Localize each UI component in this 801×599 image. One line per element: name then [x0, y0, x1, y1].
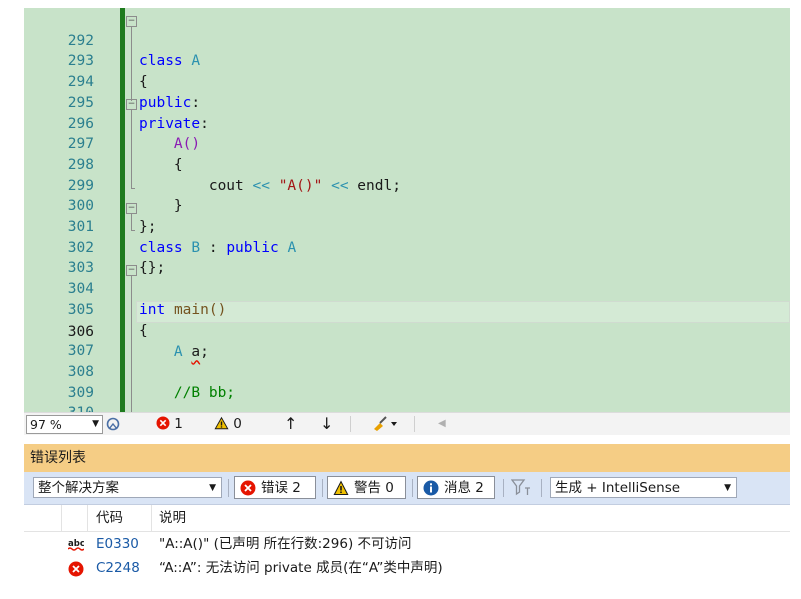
outline-guide	[131, 27, 132, 101]
outline-guide-end	[131, 230, 135, 231]
error-count: 1	[174, 416, 183, 432]
messages-filter-button[interactable]: 消息 2	[417, 476, 495, 499]
scope-value: 整个解决方案	[38, 480, 119, 496]
code-line: 309	[24, 362, 790, 401]
code-line: 307	[24, 321, 790, 359]
separator	[503, 479, 504, 497]
error-row[interactable]: C2248 “A::A”: 无法访问 private 成员(在“A”类中声明)	[24, 557, 790, 580]
separator	[414, 416, 415, 432]
editor-status-bar: 97 % ▼ 1 0 ↑ ↓ ◀	[24, 412, 790, 435]
error-list-toolbar: 整个解决方案 ▼ 错误 2 警告 0 消息 2 生成 + IntelliSens…	[24, 472, 790, 505]
collapse-icon[interactable]: −	[126, 16, 137, 27]
outline-guide	[131, 110, 132, 189]
error-code[interactable]: E0330	[96, 533, 139, 556]
zoom-dropdown[interactable]: 97 % ▼	[26, 415, 103, 434]
code-health-icon[interactable]	[104, 413, 122, 435]
column-header-code[interactable]: 代码	[96, 505, 123, 531]
separator	[350, 416, 351, 432]
code-line: 292 class A	[24, 10, 790, 70]
code-line: 300 };	[24, 176, 790, 235]
column-header-description[interactable]: 说明	[159, 505, 186, 531]
filter-icon[interactable]	[510, 479, 531, 501]
error-description: “A::A”: 无法访问 private 成员(在“A”类中声明)	[159, 560, 443, 576]
code-line: 297 {	[24, 114, 790, 173]
error-description: "A::A()" (已声明 所在行数:296) 不可访问	[159, 536, 412, 552]
error-icon	[68, 561, 84, 577]
chevron-down-icon: ▼	[209, 483, 216, 493]
line-number: 310	[24, 403, 94, 412]
warning-icon	[214, 416, 229, 430]
separator	[541, 479, 542, 497]
warnings-filter-button[interactable]: 警告 0	[327, 476, 406, 499]
warnings-filter-label: 警告 0	[354, 480, 394, 496]
error-list-title: 错误列表	[24, 444, 790, 472]
chevron-down-icon: ▼	[724, 483, 731, 493]
collapse-icon[interactable]: −	[126, 265, 137, 276]
error-list-header: 代码 说明	[24, 505, 790, 532]
build-filter-dropdown[interactable]: 生成 + IntelliSense ▼	[550, 477, 737, 498]
cleanup-button[interactable]	[371, 413, 401, 435]
code-line: 299 }	[24, 155, 790, 215]
zoom-value: 97 %	[30, 417, 62, 432]
code-line: 302 {};	[24, 217, 790, 277]
code-line: 296 A()	[24, 93, 790, 153]
messages-filter-label: 消息 2	[444, 480, 484, 496]
code-line: 294 public:	[24, 51, 790, 111]
code-line: 304 int main()	[24, 258, 790, 318]
code-line: 301 class B : public A	[24, 196, 790, 256]
errors-filter-button[interactable]: 错误 2	[234, 476, 316, 499]
column-divider[interactable]	[87, 505, 88, 531]
error-icon	[156, 416, 170, 430]
warning-count: 0	[233, 416, 242, 432]
code-line: 310 return 0;	[24, 383, 790, 412]
code-line[interactable]: 306 A a;	[24, 301, 790, 361]
chevron-down-icon: ▼	[92, 419, 99, 429]
next-issue-button[interactable]: ↓	[320, 413, 333, 435]
code-line: 295 private:	[24, 72, 790, 132]
errors-filter-label: 错误 2	[261, 480, 301, 496]
intellisense-error-icon: abc	[68, 539, 84, 551]
collapse-icon[interactable]: −	[126, 203, 137, 214]
outline-guide-end	[131, 188, 135, 189]
info-icon	[423, 480, 439, 496]
code-line: 305 {	[24, 279, 790, 339]
outline-guide	[131, 214, 132, 231]
build-filter-value: 生成 + IntelliSense	[555, 480, 681, 496]
error-icon	[240, 480, 256, 496]
broom-icon	[374, 416, 397, 431]
scroll-left-icon[interactable]: ◀	[438, 413, 446, 435]
status-warning-count[interactable]: 0	[214, 413, 242, 435]
scope-dropdown[interactable]: 整个解决方案 ▼	[33, 477, 222, 498]
separator	[412, 479, 413, 497]
separator	[322, 479, 323, 497]
separator	[228, 479, 229, 497]
code-line: 298 cout << "A()" << endl;	[24, 134, 790, 194]
code-line: 293 {	[24, 31, 790, 90]
column-divider[interactable]	[61, 505, 62, 531]
code-line: 303	[24, 238, 790, 276]
outline-guide	[131, 276, 132, 412]
previous-issue-button[interactable]: ↑	[284, 413, 297, 435]
error-code[interactable]: C2248	[96, 557, 140, 580]
code-line: 308 //B bb;	[24, 341, 790, 401]
code-editor[interactable]: 292 class A 293 { 294 public: 295 privat…	[24, 8, 790, 412]
warning-icon	[333, 480, 349, 495]
status-error-count[interactable]: 1	[156, 413, 183, 435]
error-row[interactable]: abc E0330 "A::A()" (已声明 所在行数:296) 不可访问	[24, 533, 790, 556]
column-divider[interactable]	[151, 505, 152, 531]
